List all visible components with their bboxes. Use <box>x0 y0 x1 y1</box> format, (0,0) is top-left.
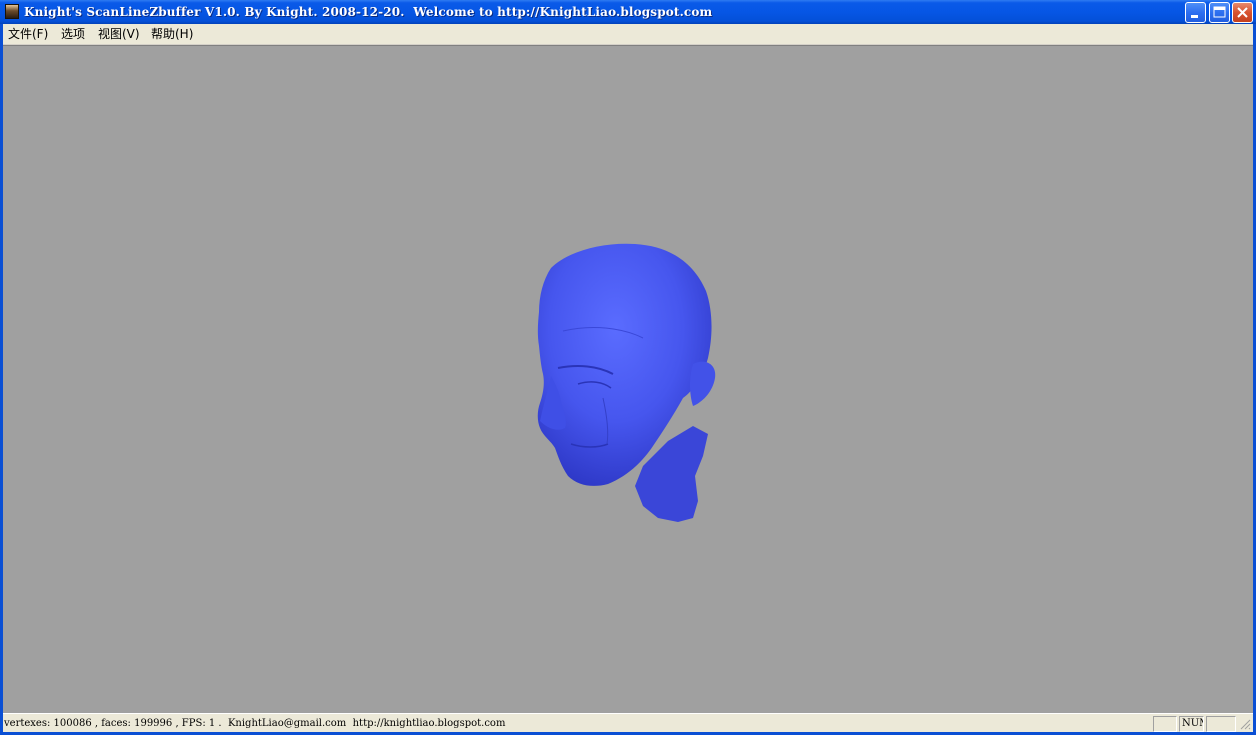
menu-file[interactable]: 文件(F) <box>8 24 48 44</box>
resize-grip-icon[interactable] <box>1239 717 1251 731</box>
menu-options[interactable]: 选项 <box>61 24 85 44</box>
minimize-icon <box>1191 15 1198 18</box>
head-ear-shape <box>690 361 716 406</box>
status-bar: vertexes: 100086 , faces: 199996 , FPS: … <box>3 713 1253 732</box>
status-info-text: vertexes: 100086 , faces: 199996 , FPS: … <box>4 718 506 729</box>
app-window: Knight's ScanLineZbuffer V1.0. By Knight… <box>0 0 1256 735</box>
close-button[interactable] <box>1232 2 1253 23</box>
render-viewport[interactable] <box>3 45 1253 713</box>
head-model[interactable] <box>3 46 1253 713</box>
status-scroll-indicator <box>1206 716 1236 732</box>
menu-bar: 文件(F) 选项 视图(V) 帮助(H) <box>3 24 1253 45</box>
maximize-icon <box>1213 6 1226 18</box>
window-title: Knight's ScanLineZbuffer V1.0. By Knight… <box>24 5 713 19</box>
close-icon <box>1237 7 1248 18</box>
menu-view[interactable]: 视图(V) <box>98 24 140 44</box>
menu-help[interactable]: 帮助(H) <box>151 24 193 44</box>
maximize-button[interactable] <box>1209 2 1230 23</box>
status-num-indicator: NUM <box>1179 716 1204 732</box>
title-bar[interactable]: Knight's ScanLineZbuffer V1.0. By Knight… <box>0 0 1256 24</box>
status-caps-indicator <box>1153 716 1177 732</box>
app-icon[interactable] <box>5 4 19 19</box>
minimize-button[interactable] <box>1185 2 1206 23</box>
